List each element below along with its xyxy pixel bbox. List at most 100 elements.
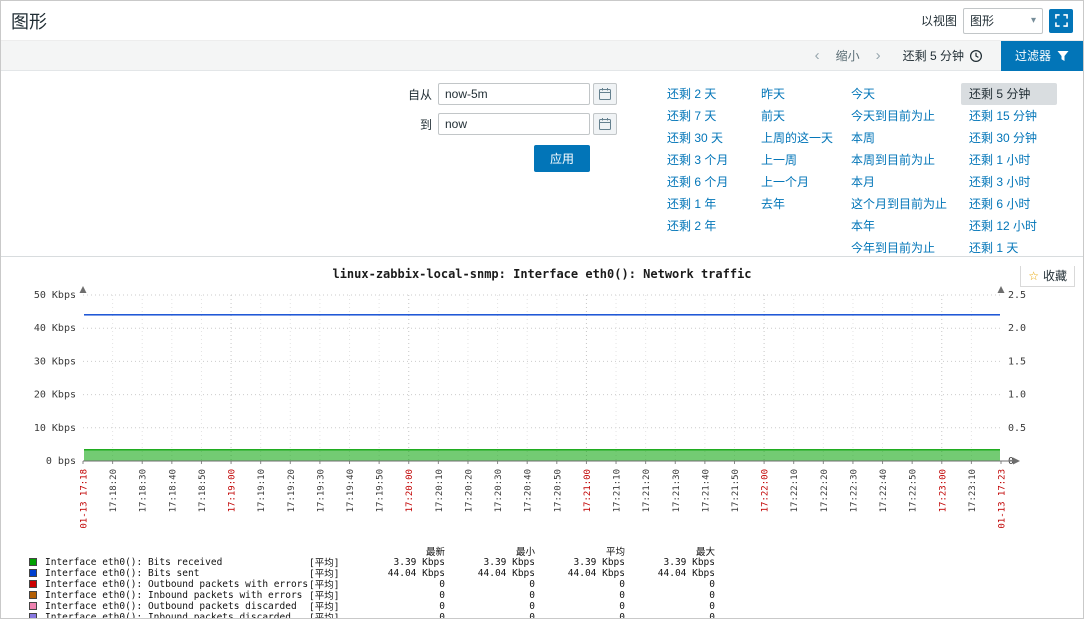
favourite-tab[interactable]: ☆ 收藏 <box>1020 266 1075 287</box>
expand-icon <box>1054 14 1068 27</box>
quick-range-link[interactable]: 还剩 2 天 <box>659 83 747 105</box>
quick-range-link[interactable]: 还剩 1 天 <box>961 237 1057 259</box>
svg-text:2.0: 2.0 <box>1008 323 1026 334</box>
quick-range-link[interactable]: 本周 <box>843 127 955 149</box>
view-as-value: 图形 <box>970 14 995 28</box>
legend-value: 44.04 Kbps <box>477 567 535 579</box>
kiosk-mode-button[interactable] <box>1049 8 1073 33</box>
graph-title: linux-zabbix-local-snmp: Interface eth0(… <box>332 267 752 281</box>
quick-range-link[interactable]: 今天 <box>843 83 955 105</box>
svg-text:17:22:50: 17:22:50 <box>909 469 919 512</box>
filter-button[interactable]: 过滤器 <box>1000 40 1083 71</box>
svg-text:17:19:10: 17:19:10 <box>257 469 267 512</box>
legend-value: 0 <box>439 611 445 619</box>
zabbix-graphs-page: 图形 以视图 图形 ▾ ‹ 缩小 › 还剩 5 分钟 过滤器 自从 now-5m… <box>0 0 1084 619</box>
quick-range-column: 还剩 5 分钟 还剩 15 分钟 还剩 30 分钟 还剩 1 小时 还剩 3 小时 还剩 … <box>961 83 1057 256</box>
legend-item-name: Interface eth0(): Inbound packets discar… <box>45 611 291 619</box>
legend-value: 44.04 Kbps <box>387 567 445 579</box>
quick-range-link-selected[interactable]: 还剩 5 分钟 <box>961 83 1057 105</box>
from-label: 自从 <box>407 87 432 102</box>
svg-text:1.5: 1.5 <box>1008 356 1026 367</box>
apply-button[interactable]: 应用 <box>533 145 590 172</box>
quick-range-link[interactable]: 前天 <box>753 105 837 127</box>
svg-text:17:18:30: 17:18:30 <box>139 469 149 512</box>
legend-value: 0 <box>709 578 715 590</box>
page-header: 图形 以视图 图形 ▾ <box>1 1 1083 41</box>
legend-swatch <box>29 602 37 610</box>
time-toolbar: ‹ 缩小 › 还剩 5 分钟 过滤器 <box>1 40 1083 71</box>
quick-range-link[interactable]: 这个月到目前为止 <box>843 193 955 215</box>
svg-text:40 Kbps: 40 Kbps <box>34 323 76 334</box>
legend-row: Interface eth0(): Bits received [平均] 3.39 … <box>29 555 1083 569</box>
svg-text:17:20:00: 17:20:00 <box>405 469 415 512</box>
svg-text:17:21:10: 17:21:10 <box>613 469 623 512</box>
svg-text:17:20:10: 17:20:10 <box>435 469 445 512</box>
from-input[interactable] <box>438 83 590 105</box>
legend-item-name: Interface eth0(): Outbound packets disca… <box>45 600 297 612</box>
time-shift-forward-button[interactable]: › <box>866 42 891 70</box>
legend-row: Interface eth0(): Inbound packets discar… <box>29 610 1083 619</box>
quick-range-link[interactable]: 还剩 3 小时 <box>961 171 1057 193</box>
quick-range-link[interactable]: 还剩 1 小时 <box>961 149 1057 171</box>
quick-range-link[interactable]: 还剩 1 年 <box>659 193 747 215</box>
quick-range-link[interactable]: 还剩 2 年 <box>659 215 747 237</box>
quick-range-link[interactable]: 还剩 12 小时 <box>961 215 1057 237</box>
quick-range-link[interactable]: 还剩 30 天 <box>659 127 747 149</box>
legend-value: 0 <box>709 600 715 612</box>
quick-range-link[interactable]: 今天到目前为止 <box>843 105 955 127</box>
quick-range-link[interactable]: 今年到目前为止 <box>843 237 955 259</box>
svg-text:17:23:00: 17:23:00 <box>938 469 948 512</box>
quick-range-link[interactable]: 昨天 <box>753 83 837 105</box>
legend-header-row: 最新 最小 平均 最大 <box>29 544 1083 558</box>
view-as-select[interactable]: 图形 ▾ <box>963 7 1043 34</box>
legend-value: 3.39 Kbps <box>393 556 445 568</box>
quick-range-link[interactable]: 还剩 30 分钟 <box>961 127 1057 149</box>
quick-range-link[interactable]: 还剩 6 小时 <box>961 193 1057 215</box>
to-calendar-button[interactable] <box>593 113 617 135</box>
legend-value: 0 <box>619 578 625 590</box>
graph-section: ☆ 收藏 linux-zabbix-local-snmp: Interface … <box>1 266 1083 619</box>
quick-range-link[interactable]: 上周的这一天 <box>753 127 837 149</box>
clock-icon <box>969 49 982 62</box>
legend-function: [平均] <box>309 613 340 619</box>
quick-range-link[interactable]: 还剩 6 个月 <box>659 171 747 193</box>
legend-value: 0 <box>529 589 535 601</box>
legend-value: 3.39 Kbps <box>663 556 715 568</box>
time-shift-back-button[interactable]: ‹ <box>805 42 830 70</box>
svg-text:17:22:30: 17:22:30 <box>849 469 859 512</box>
quick-range-link[interactable]: 上一个月 <box>753 171 837 193</box>
legend-item-name: Interface eth0(): Bits sent <box>45 567 200 579</box>
legend-swatch <box>29 580 37 588</box>
quick-range-link[interactable]: 还剩 7 天 <box>659 105 747 127</box>
legend-value: 0 <box>529 611 535 619</box>
calendar-icon <box>599 118 611 130</box>
graph-legend: 最新 最小 平均 最大 Interface eth0(): Bits received[… <box>29 544 1083 619</box>
network-traffic-graph[interactable]: 50 Kbps 2.5 40 Kbps 2.0 30 Kbps 1.5 20 Kbps 1.0… <box>11 281 1073 542</box>
to-label: 到 <box>419 117 432 132</box>
svg-text:01-13 17:18: 01-13 17:18 <box>80 469 90 529</box>
legend-value: 0 <box>619 589 625 601</box>
svg-text:50 Kbps: 50 Kbps <box>34 290 76 301</box>
quick-range-link[interactable]: 还剩 3 个月 <box>659 149 747 171</box>
legend-row: Interface eth0(): Outbound packets with … <box>29 577 1083 591</box>
svg-text:17:19:40: 17:19:40 <box>346 469 356 512</box>
quick-range-link[interactable]: 上一周 <box>753 149 837 171</box>
time-range-button[interactable]: 还剩 5 分钟 <box>891 41 995 71</box>
quick-range-column: 今天 今天到目前为止 本周 本周到目前为止 本月 这个月到目前为止 本年 今年到目前为止 <box>843 83 955 256</box>
legend-value: 0 <box>619 611 625 619</box>
time-range-form: 自从 到 <box>398 83 617 256</box>
quick-range-link[interactable]: 本周到目前为止 <box>843 149 955 171</box>
legend-value: 0 <box>439 600 445 612</box>
funnel-icon <box>1057 50 1069 61</box>
quick-range-link[interactable]: 本月 <box>843 171 955 193</box>
from-calendar-button[interactable] <box>593 83 617 105</box>
zoom-out-button[interactable]: 缩小 <box>830 47 866 64</box>
quick-range-link[interactable]: 本年 <box>843 215 955 237</box>
svg-text:20 Kbps: 20 Kbps <box>34 390 76 401</box>
to-input[interactable] <box>438 113 590 135</box>
svg-text:0 bps: 0 bps <box>46 456 76 467</box>
quick-range-link[interactable]: 还剩 15 分钟 <box>961 105 1057 127</box>
legend-row: Interface eth0(): Outbound packets disca… <box>29 599 1083 613</box>
quick-range-link[interactable]: 去年 <box>753 193 837 215</box>
chevron-down-icon: ▾ <box>1030 15 1036 26</box>
